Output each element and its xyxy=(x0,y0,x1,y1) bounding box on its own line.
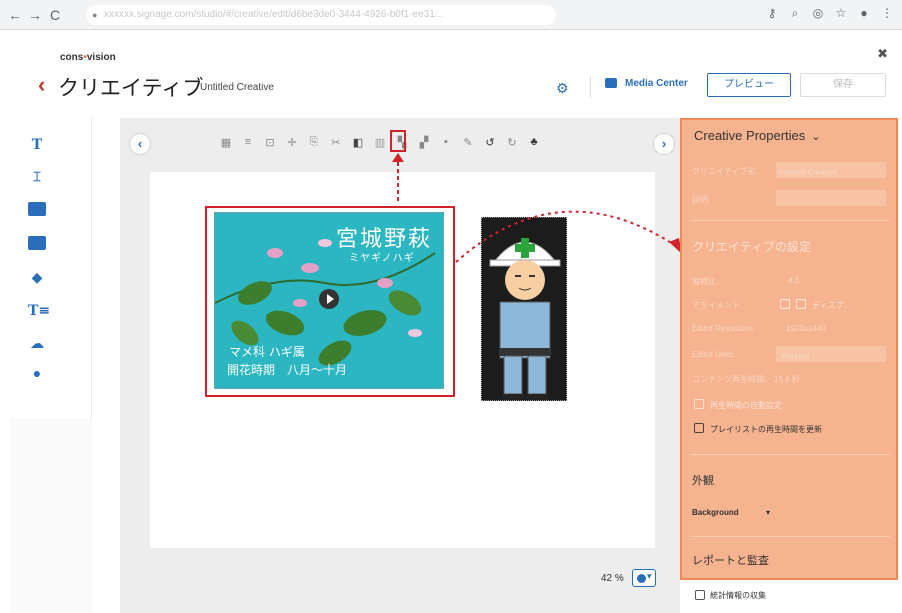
units-label: Editor Units: xyxy=(692,350,736,359)
alignment-value: ディスプ... xyxy=(812,301,851,310)
units-value: Percent xyxy=(782,352,810,361)
layer-icon[interactable]: ▪ xyxy=(440,136,452,149)
editor-toolbar: ▦ ≡ ⊡ ✛ ⎘ ✂ ◧ ▥ ▚ ▞ ▪ ✎ ↺ ↻ ♣ xyxy=(220,136,540,149)
worker-image-element[interactable] xyxy=(481,217,567,401)
properties-panel: Creative Properties ⌄ クリエイティブ名: Untitled … xyxy=(680,118,898,580)
left-panel-empty xyxy=(10,418,92,613)
zoom-dropdown[interactable] xyxy=(632,569,656,587)
cut-icon[interactable]: ✂ xyxy=(330,136,342,149)
resolution-label: Editor Resolution: xyxy=(692,324,756,333)
redo-icon[interactable]: ↻ xyxy=(506,136,518,149)
menu-dots-icon[interactable]: ⋮ xyxy=(880,6,894,21)
name-label: クリエイティブ名: xyxy=(692,167,758,176)
settings-title: クリエイティブの設定 xyxy=(692,240,812,254)
media-center-button[interactable]: Media Center xyxy=(605,78,688,89)
app-root: ← → C ● xxxxxx.signage.com/studio/#/crea… xyxy=(0,0,902,613)
chevron-down-icon: ⌄ xyxy=(811,131,821,143)
paste-icon[interactable]: ◧ xyxy=(352,136,364,149)
creative-name: Untitled Creative xyxy=(200,82,274,93)
browser-icons: ⚷ ⌕ ◎ ☆ ● ⋮ xyxy=(765,6,894,21)
background-label: Background xyxy=(692,508,739,517)
copy-icon[interactable]: ⎘ xyxy=(308,136,320,149)
background-dropdown-icon[interactable]: ▾ xyxy=(766,508,770,517)
browser-toolbar: ← → C ● xxxxxx.signage.com/studio/#/crea… xyxy=(0,0,902,30)
video-tool-icon[interactable] xyxy=(28,236,46,250)
name-input[interactable]: Untitled Creative xyxy=(776,162,886,178)
alignment-option[interactable] xyxy=(780,299,790,309)
name-value: Untitled Creative xyxy=(778,168,838,177)
playtime-label: コンテンツ再生時間: xyxy=(692,375,767,384)
ticker-tool-icon[interactable]: T≡ xyxy=(28,302,50,320)
star-icon[interactable]: ☆ xyxy=(834,6,848,21)
key-icon[interactable]: ⚷ xyxy=(765,6,779,21)
resolution-value: 1920x1440 xyxy=(786,324,826,333)
stats-label: 統計情報の収集 xyxy=(710,591,766,600)
units-select[interactable]: Percent xyxy=(776,346,886,362)
report-title: レポートと監査 xyxy=(692,555,769,567)
reload-icon[interactable]: C xyxy=(46,6,64,24)
preview-button[interactable]: プレビュー xyxy=(707,73,791,97)
playlist-update-label: プレイリストの再生時間を更新 xyxy=(710,425,822,434)
eye-icon[interactable]: ◎ xyxy=(811,6,825,21)
collapse-left-icon[interactable]: ‹ xyxy=(130,134,150,154)
properties-title-text: Creative Properties xyxy=(694,128,806,143)
brand-suffix: vision xyxy=(86,52,116,63)
pen-icon[interactable]: ✎ xyxy=(462,136,474,149)
brand-prefix: cons xyxy=(60,52,84,63)
divider xyxy=(690,454,890,455)
page-title: クリエイティブ xyxy=(58,77,204,100)
highlight-box-image xyxy=(205,206,455,397)
auto-time-checkbox[interactable] xyxy=(694,399,704,409)
close-icon[interactable]: ✖ xyxy=(877,46,888,62)
auto-time-label: 再生時間の自動設定: xyxy=(710,401,785,410)
divider xyxy=(690,220,890,221)
text-tool-icon[interactable]: T xyxy=(28,136,46,154)
collapse-right-icon[interactable]: › xyxy=(654,134,674,154)
image-tool-icon[interactable] xyxy=(28,202,46,216)
divider xyxy=(690,536,890,537)
add-user-icon[interactable]: ♣ xyxy=(528,136,540,149)
brand-logo: cons•vision xyxy=(60,52,116,63)
profile-icon[interactable]: ● xyxy=(857,6,871,21)
zoom-icon[interactable]: ⌕ xyxy=(788,6,802,21)
clock-tool-icon[interactable]: ● xyxy=(28,364,46,382)
aspect-label: 縦横比: xyxy=(692,277,719,286)
lock-icon: ● xyxy=(92,10,98,20)
fit-icon[interactable]: ⊡ xyxy=(264,136,276,149)
left-tool-panel: T ⌶ ◆ T≡ ☁ ● xyxy=(10,118,92,613)
forward-arrow-icon[interactable]: → xyxy=(26,6,44,24)
playtime-value: 15.6 秒 xyxy=(774,375,800,384)
grid-icon[interactable]: ▦ xyxy=(220,136,232,149)
delete-icon[interactable]: ▥ xyxy=(374,136,386,149)
aspect-value: 4:3 xyxy=(788,276,800,285)
weather-tool-icon[interactable]: ☁ xyxy=(28,334,46,352)
url-text: xxxxxx.signage.com/studio/#/creative/edi… xyxy=(104,9,444,20)
gear-icon[interactable]: ⚙ xyxy=(556,80,569,97)
worker-illustration xyxy=(489,238,561,400)
alignment-label: アライメント: xyxy=(692,301,743,310)
address-bar[interactable]: ● xxxxxx.signage.com/studio/#/creative/e… xyxy=(86,5,556,25)
stats-checkbox[interactable] xyxy=(695,590,705,600)
save-button[interactable]: 保存 xyxy=(800,73,886,97)
media-center-label: Media Center xyxy=(625,78,688,89)
highlight-box-delete xyxy=(390,130,406,152)
playlist-update-checkbox[interactable] xyxy=(694,423,704,433)
textbox-tool-icon[interactable]: ⌶ xyxy=(28,168,46,186)
media-list-tool-icon[interactable]: ◆ xyxy=(28,268,46,286)
send-back-icon[interactable]: ▞ xyxy=(418,136,430,149)
properties-title[interactable]: Creative Properties ⌄ xyxy=(694,128,821,143)
camera-icon xyxy=(605,78,617,89)
move-icon[interactable]: ✛ xyxy=(286,136,298,149)
align-icon[interactable]: ≡ xyxy=(242,136,254,149)
alignment-checkbox[interactable] xyxy=(796,299,806,309)
back-arrow-icon[interactable]: ← xyxy=(6,6,24,24)
chevron-left-icon[interactable]: ‹ xyxy=(38,72,45,98)
zoom-level: 42 % xyxy=(601,573,624,584)
undo-icon[interactable]: ↺ xyxy=(484,136,496,149)
divider xyxy=(590,76,591,98)
description-label: 説明: xyxy=(692,195,711,204)
description-input[interactable] xyxy=(776,190,886,206)
appearance-title: 外観 xyxy=(692,475,714,487)
